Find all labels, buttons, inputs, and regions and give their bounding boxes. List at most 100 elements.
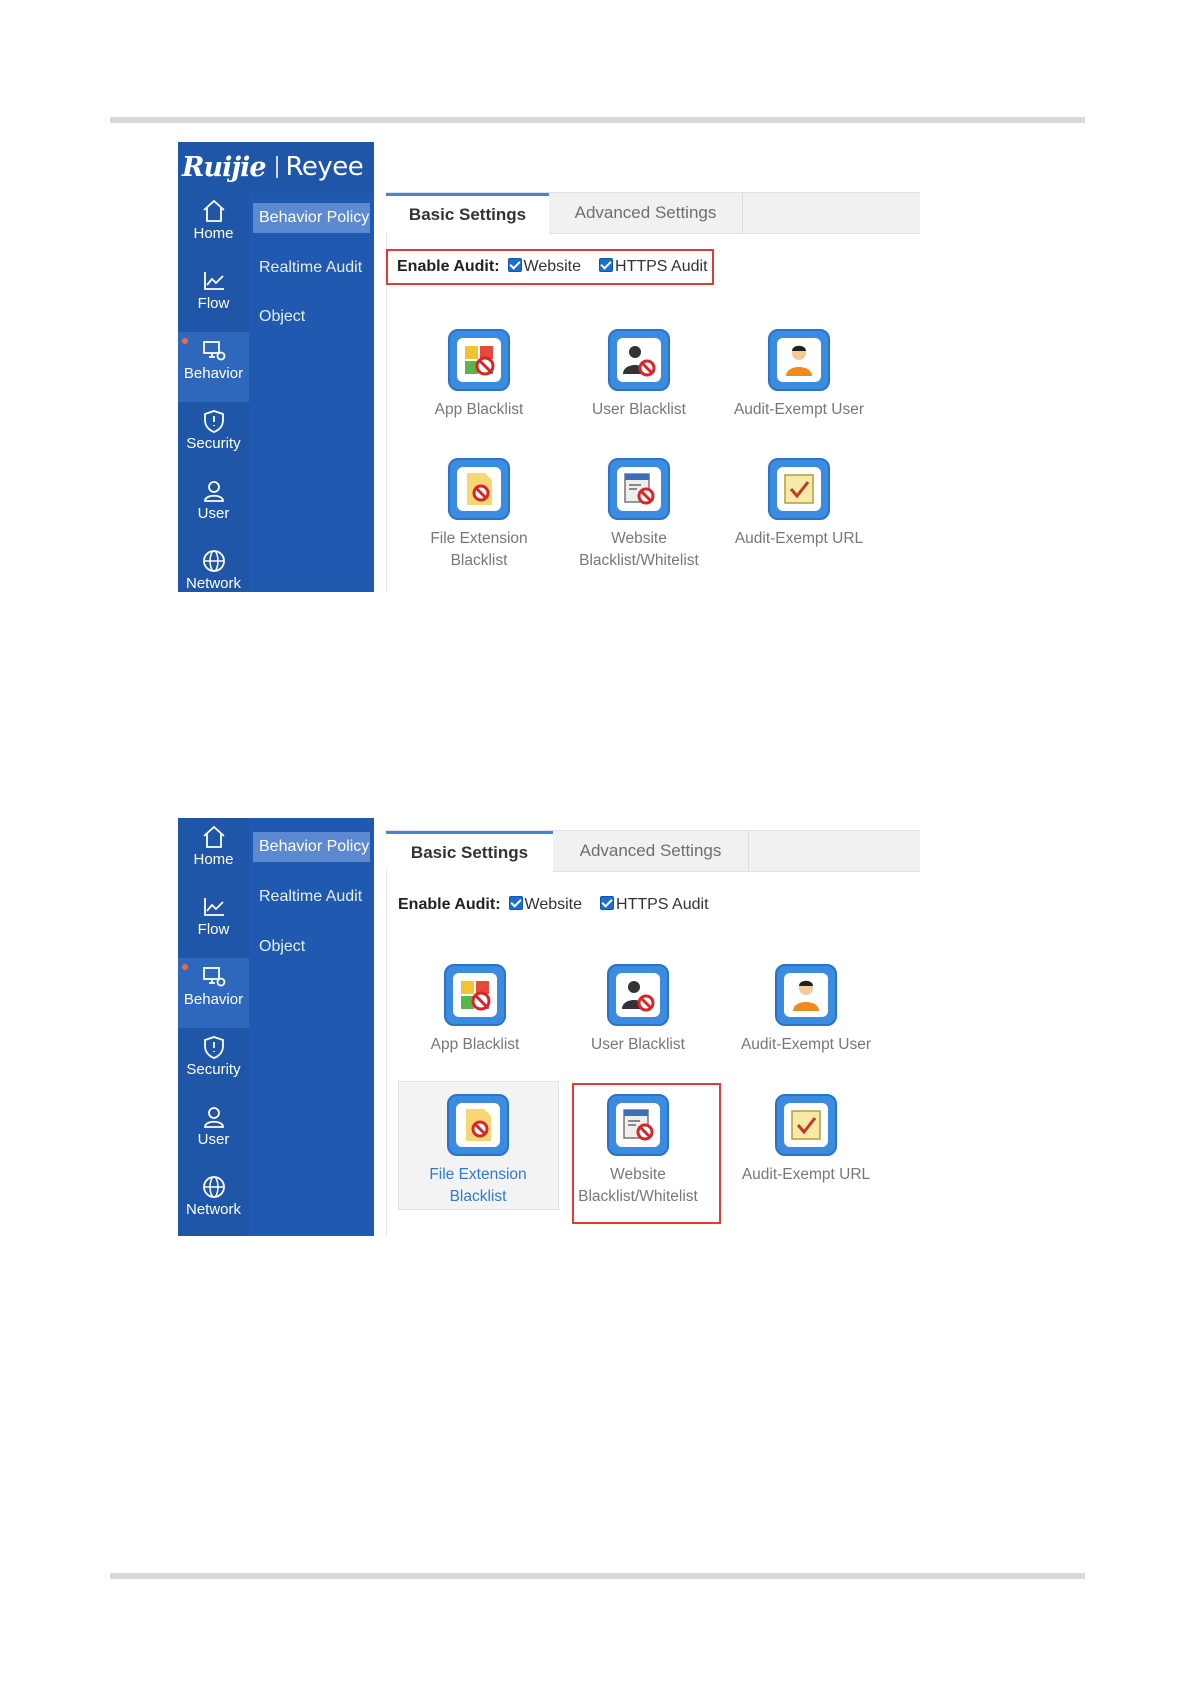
subnav-object[interactable]: Object xyxy=(253,932,370,962)
website-checkbox-label: Website xyxy=(524,896,583,913)
monitor-gear-icon xyxy=(202,341,225,361)
main-content: Basic Settings Advanced Settings Enable … xyxy=(386,830,920,1236)
tile-app-blacklist[interactable]: App Blacklist xyxy=(400,964,550,1056)
tile-label: Audit-Exempt User xyxy=(740,1036,872,1053)
logo-separator xyxy=(275,156,278,178)
tile-label-line1: File Extension xyxy=(430,530,528,547)
nav-network[interactable]: Network xyxy=(178,1168,249,1236)
tile-user-blacklist[interactable]: User Blacklist xyxy=(564,329,714,421)
file-extension-blacklist-icon xyxy=(456,1103,500,1147)
tab-advanced-settings[interactable]: Advanced Settings xyxy=(553,831,749,871)
shield-icon xyxy=(203,1036,224,1059)
user-icon xyxy=(203,481,224,502)
tile-user-blacklist[interactable]: User Blacklist xyxy=(563,964,713,1056)
nav-user-label: User xyxy=(197,505,230,522)
nav-home[interactable]: Home xyxy=(178,818,249,888)
tile-label-line2: Blacklist/Whitelist xyxy=(579,552,699,569)
tile-label: User Blacklist xyxy=(592,401,686,418)
website-blacklist-icon xyxy=(617,467,661,511)
subnav-object[interactable]: Object xyxy=(253,302,370,332)
tab-bar: Basic Settings Advanced Settings xyxy=(386,830,920,872)
nav-behavior[interactable]: Behavior xyxy=(178,332,249,402)
nav-security-label: Security xyxy=(186,435,241,452)
page-top-rule xyxy=(110,117,1085,123)
enable-audit-row: Enable Audit: Website HTTPS Audit xyxy=(398,893,709,917)
tile-audit-exempt-user[interactable]: Audit-Exempt User xyxy=(724,329,874,421)
tile-audit-exempt-user[interactable]: Audit-Exempt User xyxy=(731,964,881,1056)
nav-network-label: Network xyxy=(185,575,241,592)
nav-home-label: Home xyxy=(193,225,234,242)
tile-label: Audit-Exempt User xyxy=(733,401,865,418)
audit-exempt-user-icon xyxy=(777,338,821,382)
tile-audit-exempt-url[interactable]: Audit-Exempt URL xyxy=(724,458,874,550)
sub-nav: Behavior Policy Realtime Audit Object xyxy=(249,818,374,1236)
website-checkbox[interactable] xyxy=(508,896,523,910)
tab-basic-settings[interactable]: Basic Settings xyxy=(386,831,553,872)
chart-line-icon xyxy=(203,272,224,290)
app-blacklist-icon xyxy=(453,973,497,1017)
tile-label: Audit-Exempt URL xyxy=(741,1166,871,1183)
user-blacklist-icon xyxy=(617,338,661,382)
notification-dot xyxy=(182,338,188,344)
screenshot-2: Home Flow Behavior Security User Network… xyxy=(178,818,920,1236)
highlight-enable-audit xyxy=(386,249,714,285)
tile-app-blacklist[interactable]: App Blacklist xyxy=(404,329,554,421)
nav-home[interactable]: Home xyxy=(178,192,249,262)
tile-label-line1: Website xyxy=(611,530,667,547)
monitor-gear-icon xyxy=(202,967,225,987)
tile-label: App Blacklist xyxy=(430,1036,520,1053)
nav-flow[interactable]: Flow xyxy=(178,262,249,332)
nav-flow-label: Flow xyxy=(197,295,230,312)
content-left-border xyxy=(386,232,387,592)
brand-logo: Ruijie Reyee xyxy=(178,142,374,192)
page-bottom-rule xyxy=(110,1573,1085,1579)
highlight-website-tile xyxy=(572,1083,721,1224)
subnav-realtime-audit[interactable]: Realtime Audit xyxy=(253,882,370,912)
main-nav: Home Flow Behavior Security User Network xyxy=(178,192,249,592)
tab-basic-settings[interactable]: Basic Settings xyxy=(386,193,549,234)
https-audit-checkbox-label: HTTPS Audit xyxy=(616,896,709,913)
main-nav: Home Flow Behavior Security User Network xyxy=(178,818,249,1236)
nav-user[interactable]: User xyxy=(178,1098,249,1168)
tab-bar: Basic Settings Advanced Settings xyxy=(386,192,920,234)
tile-label-line2: Blacklist xyxy=(449,1188,507,1205)
main-content: Basic Settings Advanced Settings Enable … xyxy=(386,192,920,592)
subnav-realtime-audit[interactable]: Realtime Audit xyxy=(253,253,370,283)
notification-dot xyxy=(182,964,188,970)
tile-label: Audit-Exempt URL xyxy=(734,530,864,547)
tile-file-extension-blacklist[interactable]: File Extension Blacklist xyxy=(404,458,554,572)
content-left-border xyxy=(386,870,387,1236)
nav-network[interactable]: Network xyxy=(178,542,249,592)
tile-file-extension-blacklist[interactable]: File Extension Blacklist xyxy=(403,1094,553,1208)
tile-audit-exempt-url[interactable]: Audit-Exempt URL xyxy=(731,1094,881,1186)
audit-exempt-url-icon xyxy=(777,467,821,511)
tile-label: User Blacklist xyxy=(591,1036,685,1053)
brand-reyee: Reyee xyxy=(285,152,364,182)
globe-icon xyxy=(202,1176,225,1198)
nav-user[interactable]: User xyxy=(178,472,249,542)
tab-advanced-settings[interactable]: Advanced Settings xyxy=(549,193,743,233)
brand-ruijie: Ruijie xyxy=(182,151,267,183)
tile-label-line1: File Extension xyxy=(429,1166,527,1183)
file-extension-blacklist-icon xyxy=(457,467,501,511)
shield-icon xyxy=(203,410,224,433)
user-icon xyxy=(203,1107,224,1128)
nav-security[interactable]: Security xyxy=(178,1028,249,1098)
subnav-behavior-policy[interactable]: Behavior Policy xyxy=(253,203,370,233)
nav-flow-label: Flow xyxy=(197,921,230,938)
nav-security[interactable]: Security xyxy=(178,402,249,472)
tile-website-blacklist-whitelist[interactable]: Website Blacklist/Whitelist xyxy=(564,458,714,572)
tile-label: App Blacklist xyxy=(434,401,524,418)
nav-user-label: User xyxy=(197,1131,230,1148)
audit-exempt-url-icon xyxy=(784,1103,828,1147)
sub-nav: Behavior Policy Realtime Audit Object xyxy=(249,192,374,592)
nav-security-label: Security xyxy=(186,1061,241,1078)
nav-behavior-label: Behavior xyxy=(183,991,244,1008)
https-audit-checkbox[interactable] xyxy=(600,896,615,910)
subnav-behavior-policy[interactable]: Behavior Policy xyxy=(253,832,370,862)
screenshot-1: Ruijie Reyee Home Flow Behavior Security… xyxy=(178,142,920,592)
nav-behavior[interactable]: Behavior xyxy=(178,958,249,1028)
nav-behavior-label: Behavior xyxy=(183,365,244,382)
nav-flow[interactable]: Flow xyxy=(178,888,249,958)
audit-exempt-user-icon xyxy=(784,973,828,1017)
